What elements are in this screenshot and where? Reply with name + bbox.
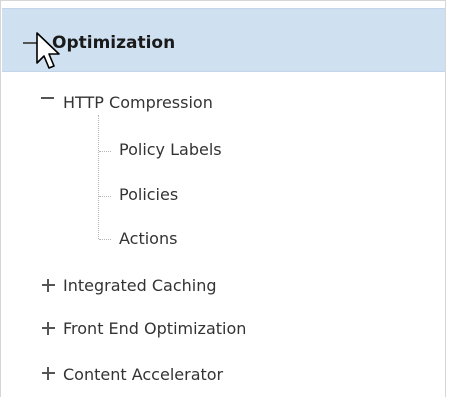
tree-node-label: Optimization	[52, 33, 176, 53]
tree-node-actions[interactable]: Actions	[119, 229, 177, 249]
tree-node-front-end-optimization[interactable]: Front End Optimization	[63, 319, 246, 339]
tree-node-integrated-caching[interactable]: Integrated Caching	[63, 276, 217, 296]
tree-node-content-accelerator[interactable]: Content Accelerator	[63, 365, 223, 385]
navigation-tree-panel: Optimization HTTP Compression Policy Lab…	[0, 0, 446, 397]
tree-node-http-compression[interactable]: HTTP Compression	[63, 93, 213, 113]
collapse-minus-icon[interactable]	[41, 92, 54, 105]
tree-connector-line	[99, 196, 111, 197]
expand-plus-icon[interactable]	[42, 367, 55, 380]
expand-plus-icon[interactable]	[42, 322, 55, 335]
collapse-minus-icon[interactable]	[23, 42, 39, 44]
tree-node-policies[interactable]: Policies	[119, 185, 178, 205]
tree-connector-line	[98, 115, 99, 239]
tree-node-policy-labels[interactable]: Policy Labels	[119, 140, 222, 160]
tree-node-optimization[interactable]: Optimization	[2, 8, 445, 72]
tree-connector-line	[99, 151, 111, 152]
expand-plus-icon[interactable]	[42, 279, 55, 292]
tree-connector-line	[99, 239, 111, 240]
